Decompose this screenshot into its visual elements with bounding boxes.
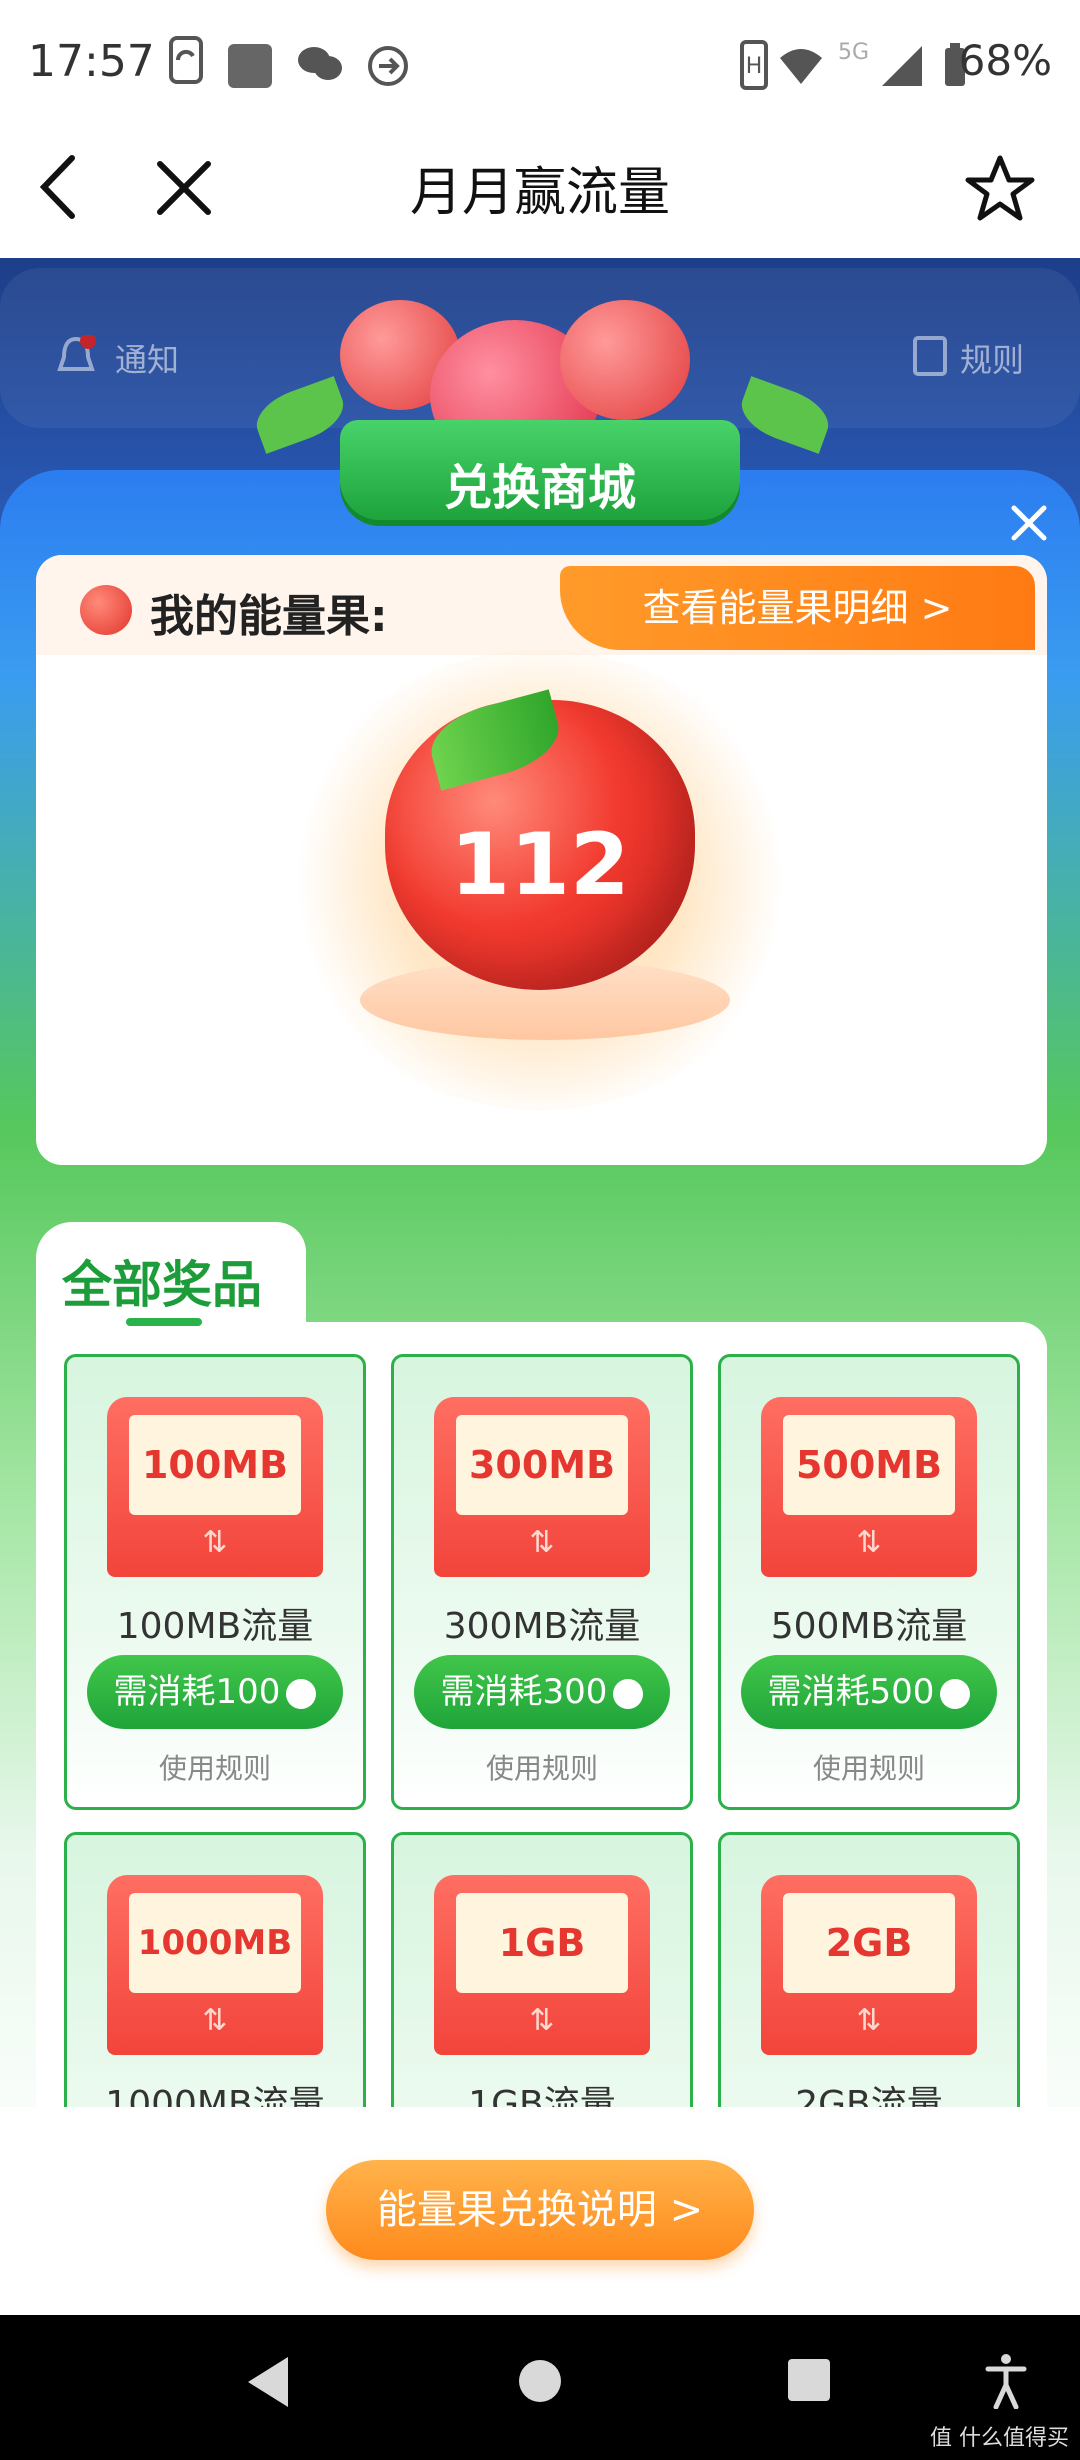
prize-panel: 100MB ⇅ 100MB流量 需消耗100 使用规则 300MB ⇅ 300M…	[36, 1322, 1047, 2107]
my-energy-label: 我的能量果:	[150, 591, 388, 642]
svg-text:H: H	[746, 54, 763, 79]
usage-rule-link[interactable]: 使用规则	[67, 1747, 363, 1787]
red-packet-icon: 2GB ⇅	[761, 1875, 977, 2055]
wifi-icon	[778, 46, 824, 90]
prize-card[interactable]: 1000MB ⇅ 1000MB流量	[64, 1832, 366, 2107]
fruit-small-icon	[940, 1678, 971, 1709]
transfer-arrows-icon: ⇅	[856, 1525, 882, 1560]
prize-name: 1000MB流量	[105, 2084, 325, 2107]
red-packet-icon: 1GB ⇅	[434, 1875, 650, 2055]
system-nav-bar	[0, 2315, 1080, 2460]
wechat-icon	[296, 44, 344, 88]
signal-icon	[880, 44, 924, 92]
redeem-button[interactable]: 需消耗100	[87, 1655, 343, 1729]
rules-book-icon[interactable]	[912, 335, 948, 381]
prize-name: 300MB流量	[443, 1606, 641, 1647]
packet-label: 1GB	[456, 1893, 628, 1993]
red-packet-icon: 500MB ⇅	[761, 1397, 977, 1577]
exchange-explain-button[interactable]: 能量果兑换说明 >	[326, 2160, 754, 2260]
prize-card[interactable]: 500MB ⇅ 500MB流量 需消耗500 使用规则	[718, 1354, 1020, 1810]
star-icon[interactable]	[964, 152, 1036, 228]
packet-label: 1000MB	[129, 1893, 301, 1993]
home-circle-icon[interactable]	[517, 2358, 563, 2408]
red-packet-icon: 100MB ⇅	[107, 1397, 323, 1577]
rules-label[interactable]: 规则	[960, 335, 1024, 381]
transfer-arrows-icon: ⇅	[529, 1525, 555, 1560]
back-triangle-icon[interactable]	[246, 2355, 290, 2413]
transfer-arrows-icon: ⇅	[202, 1525, 228, 1560]
usage-rule-link[interactable]: 使用规则	[394, 1747, 690, 1787]
prize-tab-label[interactable]: 全部奖品	[62, 1245, 262, 1317]
prize-card[interactable]: 300MB ⇅ 300MB流量 需消耗300 使用规则	[391, 1354, 693, 1810]
modal-close-icon[interactable]	[1006, 500, 1052, 546]
header-badge-label: 兑换商城	[443, 460, 636, 516]
fruit-small-icon	[613, 1678, 644, 1709]
app-square-icon	[228, 44, 272, 88]
energy-value: 112	[450, 815, 630, 915]
prize-name: 500MB流量	[770, 1606, 968, 1647]
arrow-circle-icon	[366, 44, 410, 92]
packet-label: 2GB	[783, 1893, 955, 1993]
transfer-arrows-icon: ⇅	[202, 2003, 228, 2038]
red-packet-icon: 1000MB ⇅	[107, 1875, 323, 2055]
prize-name: 1GB流量	[468, 2084, 616, 2107]
header-apple-icon	[560, 300, 690, 420]
page-title: 月月赢流量	[409, 163, 670, 223]
fruit-small-icon	[286, 1678, 317, 1709]
bell-icon[interactable]	[56, 333, 96, 385]
prize-card[interactable]: 2GB ⇅ 2GB流量	[718, 1832, 1020, 2107]
prize-card[interactable]: 100MB ⇅ 100MB流量 需消耗100 使用规则	[64, 1354, 366, 1810]
prize-name: 2GB流量	[795, 2084, 943, 2107]
accessibility-icon[interactable]	[984, 2353, 1028, 2413]
redeem-button[interactable]: 需消耗500	[741, 1655, 997, 1729]
tab-underline	[126, 1318, 202, 1326]
red-packet-icon: 300MB ⇅	[434, 1397, 650, 1577]
battery-percent: 68%	[958, 36, 1052, 85]
redeem-button[interactable]: 需消耗300	[414, 1655, 670, 1729]
energy-fruit-icon	[80, 585, 132, 635]
view-energy-detail-button[interactable]: 查看能量果明细 >	[560, 566, 1035, 650]
hd-icon: H	[740, 40, 768, 94]
prize-name: 100MB流量	[116, 1606, 314, 1647]
phone-sync-icon	[168, 36, 204, 94]
usage-rule-link[interactable]: 使用规则	[721, 1747, 1017, 1787]
transfer-arrows-icon: ⇅	[529, 2003, 555, 2038]
redeem-cost: 需消耗500	[767, 1672, 935, 1712]
watermark: 值 什么值得买	[930, 2426, 1069, 2451]
recents-square-icon[interactable]	[787, 2358, 831, 2406]
redeem-cost: 需消耗300	[440, 1672, 608, 1712]
network-type: 5G	[838, 40, 870, 65]
packet-label: 500MB	[783, 1415, 955, 1515]
redeem-cost: 需消耗100	[113, 1672, 281, 1712]
packet-label: 300MB	[456, 1415, 628, 1515]
prize-card[interactable]: 1GB ⇅ 1GB流量	[391, 1832, 693, 2107]
transfer-arrows-icon: ⇅	[856, 2003, 882, 2038]
status-time: 17:57	[28, 36, 155, 87]
notice-label[interactable]: 通知	[115, 335, 179, 381]
packet-label: 100MB	[129, 1415, 301, 1515]
